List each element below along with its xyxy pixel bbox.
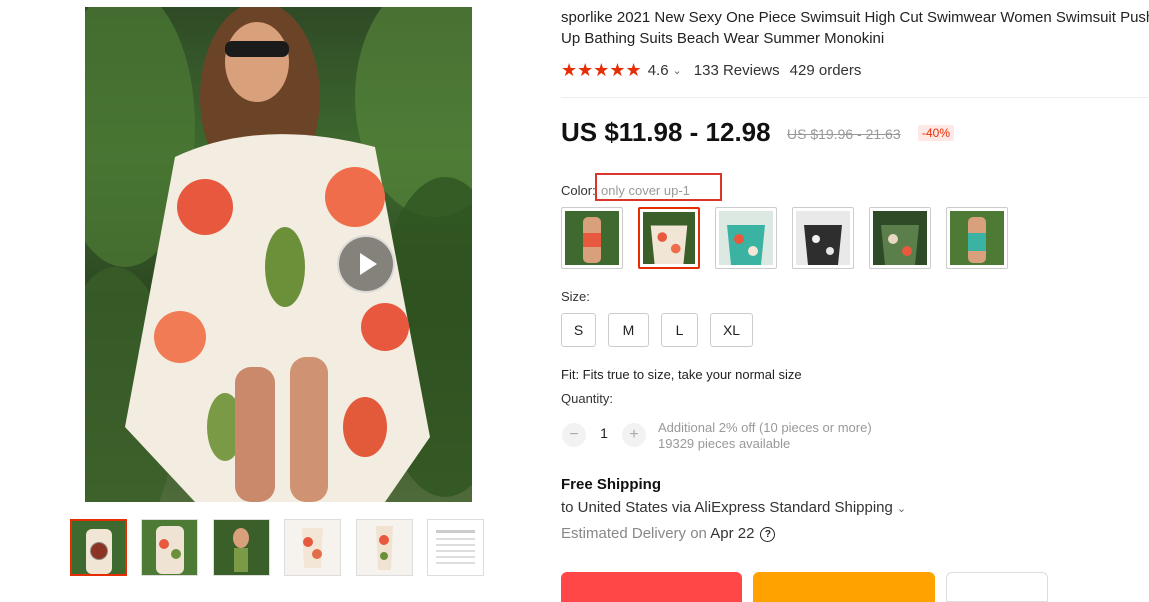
play-video-button[interactable] (337, 235, 395, 293)
thumbnail-image (285, 520, 340, 575)
fit-note: Fit: Fits true to size, take your normal… (561, 367, 802, 382)
size-option-m[interactable]: M (608, 313, 649, 347)
color-swatch-4[interactable] (792, 207, 854, 269)
divider (561, 97, 1149, 98)
thumbnail-2[interactable] (141, 519, 198, 576)
thumbnail-image (72, 521, 125, 574)
chevron-down-icon: ⌄ (896, 503, 907, 515)
main-product-image[interactable] (85, 7, 472, 502)
swatch-image (950, 211, 1004, 265)
thumbnail-5[interactable] (356, 519, 413, 576)
swatch-image (873, 211, 927, 265)
highlight-annotation-box (595, 173, 722, 201)
color-swatch-6[interactable] (946, 207, 1008, 269)
current-price: US $11.98 - 12.98 (561, 117, 771, 147)
thumbnail-image (357, 520, 412, 575)
original-price: US $19.96 - 21.63 (787, 126, 901, 142)
discount-badge: -40% (918, 125, 955, 141)
quantity-value[interactable]: 1 (596, 425, 612, 441)
size-label: Size: (561, 289, 590, 304)
color-label: Color: (561, 183, 596, 198)
shipping-title: Free Shipping (561, 476, 662, 493)
buy-now-button[interactable] (561, 572, 742, 602)
thumbnail-image (214, 520, 269, 575)
swatch-image (719, 211, 773, 265)
thumbnail-image (142, 520, 197, 575)
orders-count: 429 orders (789, 61, 862, 79)
bulk-discount-note: Additional 2% off (10 pieces or more) (658, 420, 872, 435)
thumbnail-1[interactable] (70, 519, 127, 576)
size-option-l[interactable]: L (661, 313, 698, 347)
reviews-link[interactable]: 133 Reviews (694, 62, 780, 79)
add-to-cart-button[interactable] (753, 572, 935, 602)
thumbnail-image (428, 520, 483, 575)
color-swatch-3[interactable] (715, 207, 777, 269)
play-icon (360, 253, 377, 275)
chevron-down-icon[interactable]: ⌄ (673, 64, 682, 77)
size-option-xl[interactable]: XL (710, 313, 753, 347)
star-rating-icons: ★★★★★ (561, 59, 642, 80)
stock-available: 19329 pieces available (658, 436, 791, 451)
rating-value: 4.6 (647, 61, 669, 79)
estimated-delivery: Estimated Delivery on Apr 22? (561, 525, 776, 542)
quantity-label: Quantity: (561, 391, 614, 406)
product-photo (85, 7, 472, 502)
product-title: sporlike 2021 New Sexy One Piece Swimsui… (561, 9, 1149, 47)
color-swatch-5[interactable] (869, 207, 931, 269)
swatch-image (643, 212, 695, 264)
thumbnail-4[interactable] (284, 519, 341, 576)
thumbnail-6-size-chart[interactable] (427, 519, 484, 576)
swatch-image (796, 211, 850, 265)
quantity-decrease-button[interactable]: − (562, 423, 586, 447)
size-option-s[interactable]: S (561, 313, 596, 347)
delivery-prefix: Estimated Delivery on (561, 525, 707, 542)
rating-row: ★★★★★ 4.6 ⌄ 133 Reviews 429 orders (561, 60, 861, 80)
shipping-destination-text: to United States via AliExpress Standard… (561, 499, 893, 516)
thumbnail-3[interactable] (213, 519, 270, 576)
quantity-increase-button[interactable]: + (622, 423, 646, 447)
swatch-image (565, 211, 619, 265)
shipping-destination[interactable]: to United States via AliExpress Standard… (561, 499, 906, 516)
color-swatch-2[interactable] (638, 207, 700, 269)
question-circle-icon[interactable]: ? (760, 526, 776, 542)
color-swatch-1[interactable] (561, 207, 623, 269)
wishlist-button[interactable] (946, 572, 1048, 602)
delivery-date: Apr 22 (710, 525, 755, 542)
